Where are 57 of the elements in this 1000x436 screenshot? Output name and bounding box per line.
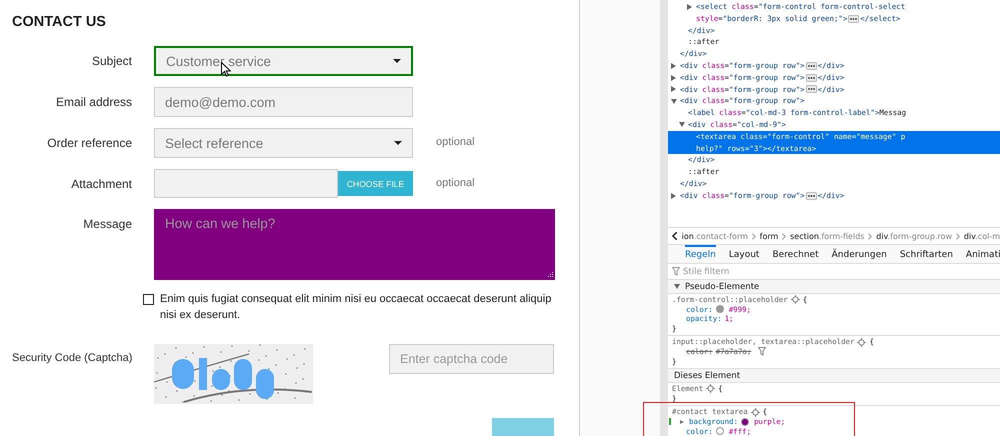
breadcrumb-item[interactable]: ion.contact-form	[682, 232, 748, 240]
panel-tab[interactable]: Schriftarten	[900, 245, 953, 263]
target-icon[interactable]	[706, 384, 716, 394]
expand-toggle-icon[interactable]	[671, 86, 676, 92]
breadcrumb-item[interactable]: section.form-fields	[790, 232, 864, 240]
filter-icon	[672, 267, 680, 276]
chevron-right-icon	[752, 232, 756, 240]
more-icon[interactable]	[806, 74, 817, 82]
target-icon[interactable]	[790, 295, 800, 304]
expand-toggle-icon[interactable]	[671, 74, 676, 81]
breadcrumb-item[interactable]: div.form-group.row	[876, 232, 952, 240]
field-label: Message	[82, 216, 132, 231]
field-label: Attachment	[70, 176, 132, 191]
caret-icon	[393, 59, 401, 63]
email-field[interactable]: demo@demo.com	[154, 87, 413, 117]
field-label: Subject	[90, 53, 132, 68]
expand-toggle-icon[interactable]	[671, 98, 677, 104]
panel-tab[interactable]: Änderungen	[832, 245, 887, 263]
select-dropdown[interactable]: Select reference	[154, 128, 413, 158]
panel-tab[interactable]: Berechnet	[772, 245, 819, 263]
target-icon[interactable]	[857, 338, 866, 347]
expand-toggle-icon[interactable]	[671, 192, 676, 199]
color-swatch-icon[interactable]	[716, 305, 724, 314]
field-label: Email address	[54, 94, 132, 109]
field-label: Security Code (Captcha)	[12, 351, 132, 364]
chevron-right-icon	[782, 232, 786, 240]
resize-grip-icon[interactable]	[547, 272, 553, 278]
filter-icon[interactable]	[758, 347, 766, 356]
panel-tab[interactable]: Regeln	[685, 245, 716, 263]
caret-icon	[394, 141, 402, 145]
expand-toggle-icon[interactable]	[674, 284, 680, 289]
optional-note: optional	[436, 176, 475, 189]
panel-tab[interactable]: Animati	[966, 245, 1000, 263]
page-title: CONTACT US	[12, 14, 107, 30]
breadcrumb-item[interactable]: div.col-m	[964, 232, 1000, 240]
breadcrumb-item[interactable]: form	[760, 232, 778, 240]
section-header: Pseudo-Elemente	[685, 282, 760, 292]
more-icon[interactable]	[806, 62, 817, 70]
select-dropdown[interactable]: Customer service	[154, 46, 413, 76]
color-swatch-icon[interactable]	[716, 427, 724, 436]
chevron-right-icon	[956, 232, 960, 240]
chevron-left-icon[interactable]	[672, 231, 678, 241]
file-input-field[interactable]	[154, 169, 338, 198]
consent-text: Enim quis fugiat consequat elit minim nisi eu occaecat occaecat deserunt aliquip nisi ex deserunt.	[160, 292, 552, 323]
more-icon[interactable]	[806, 192, 817, 200]
section-header: Dieses Element	[674, 370, 740, 381]
panel-tab[interactable]: Layout	[728, 245, 760, 263]
expand-toggle-icon[interactable]	[687, 4, 692, 10]
more-icon[interactable]	[806, 85, 817, 94]
more-icon[interactable]	[848, 14, 860, 23]
consent-checkbox[interactable]	[143, 294, 154, 305]
expand-arrow-icon[interactable]	[680, 420, 684, 424]
color-swatch-icon[interactable]	[740, 418, 749, 426]
field-label: Order reference	[46, 135, 132, 150]
expand-toggle-icon[interactable]	[671, 62, 676, 69]
chevron-right-icon	[868, 232, 872, 240]
optional-note: optional	[436, 135, 475, 148]
